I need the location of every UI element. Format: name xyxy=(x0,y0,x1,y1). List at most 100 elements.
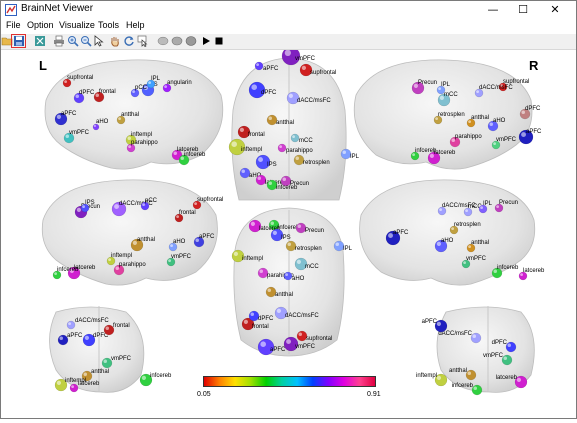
node-highlight xyxy=(260,341,267,348)
select-icon[interactable] xyxy=(93,35,105,47)
node-highlight xyxy=(473,386,477,390)
menu-file[interactable]: File xyxy=(6,20,21,30)
title-bar[interactable]: BrainNet Viewer — ☐ ✕ xyxy=(1,1,576,19)
brain-node[interactable]: infcereb xyxy=(491,265,519,279)
pan-icon[interactable] xyxy=(109,35,121,47)
brain-full-icon[interactable] xyxy=(185,35,197,47)
node-highlight xyxy=(268,116,272,120)
rotate-icon[interactable] xyxy=(123,35,135,47)
save-icon[interactable] xyxy=(13,35,25,47)
brain-node[interactable]: infcereb xyxy=(139,373,172,387)
node-label: IPL xyxy=(441,82,451,88)
play-icon[interactable] xyxy=(200,35,212,47)
node-label: angularin xyxy=(167,80,192,86)
node-label: vmPFC xyxy=(483,353,504,359)
node-label: inftempl xyxy=(111,253,132,259)
node-label: dACC/msFC xyxy=(285,313,319,319)
node-label: antthal xyxy=(91,369,109,375)
node-sphere xyxy=(283,271,293,281)
node-label: Precun xyxy=(305,228,324,234)
node-highlight xyxy=(507,343,511,347)
node-highlight xyxy=(436,375,441,380)
node-label: Precun xyxy=(499,200,518,206)
node-label: inftempl xyxy=(242,256,263,262)
node-label: aPFC xyxy=(393,230,409,236)
node-label: dPFC xyxy=(525,106,541,112)
node-label: dACC/msFC xyxy=(75,318,109,324)
stop-icon[interactable] xyxy=(213,35,225,47)
node-label: mCC xyxy=(299,138,313,144)
node-highlight xyxy=(292,135,295,138)
menu-visualize[interactable]: Visualize xyxy=(59,20,95,30)
node-label: dACC/msFC xyxy=(442,203,476,209)
node-label: vmPFC xyxy=(295,344,316,350)
node-sphere xyxy=(471,384,483,396)
menu-tools[interactable]: Tools xyxy=(98,20,119,30)
node-label: latcereb xyxy=(496,375,518,381)
node-label: frontal xyxy=(99,89,116,95)
node-highlight xyxy=(516,377,522,382)
node-highlight xyxy=(105,326,109,330)
brain-node[interactable]: aPFC xyxy=(422,319,448,333)
node-highlight xyxy=(258,157,263,162)
node-label: IPL xyxy=(343,246,353,252)
node-label: parahippo xyxy=(131,140,158,146)
maximize-button[interactable]: ☐ xyxy=(508,1,538,19)
node-sphere xyxy=(290,133,300,143)
menu-help[interactable]: Help xyxy=(126,20,145,30)
node-highlight xyxy=(286,339,291,344)
node-highlight xyxy=(467,371,471,375)
zoom-in-icon[interactable] xyxy=(67,35,79,47)
node-label: dPFC xyxy=(258,316,274,322)
node-label: inftempl xyxy=(416,373,437,379)
node-highlight xyxy=(279,145,282,148)
node-label: dACC/msFC xyxy=(479,85,513,91)
minimize-button[interactable]: — xyxy=(478,1,508,19)
brain-node[interactable]: latcereb xyxy=(518,268,545,281)
brain-node[interactable]: aPFC xyxy=(518,129,542,145)
node-label: supfrontal xyxy=(67,75,93,81)
brain-view-canvas[interactable]: supfrontalIPSangularindPFCfrontalpCCIPLa… xyxy=(1,46,576,418)
node-label: aPFC xyxy=(526,129,542,135)
print-preview-icon[interactable] xyxy=(34,35,46,47)
node-highlight xyxy=(295,156,299,160)
node-label: dPFC xyxy=(261,90,277,96)
node-label: retrosplen xyxy=(295,246,322,252)
brain-node[interactable]: IPL xyxy=(333,240,353,252)
node-label: retrosplen xyxy=(438,112,465,118)
node-label: infcereb xyxy=(452,383,474,389)
brain-node[interactable]: inftempl xyxy=(416,373,448,387)
menu-bar: File Option Visualize Tools Help xyxy=(1,19,576,34)
node-highlight xyxy=(239,127,244,132)
node-label: vmPFC xyxy=(466,256,487,262)
brain-lateral-icon[interactable] xyxy=(157,35,169,47)
close-button[interactable]: ✕ xyxy=(540,1,570,19)
node-label: vmPFC xyxy=(69,130,90,136)
window-title: BrainNet Viewer xyxy=(21,3,94,14)
node-sphere xyxy=(66,320,76,330)
node-label: aPFC xyxy=(61,111,77,117)
node-highlight xyxy=(141,375,146,380)
node-label: pCC xyxy=(135,85,148,91)
node-highlight xyxy=(233,251,238,256)
colorbar-max-label: 0.91 xyxy=(367,391,381,398)
node-sphere xyxy=(501,354,513,366)
zoom-out-icon[interactable] xyxy=(80,35,92,47)
node-label: aHO xyxy=(493,118,506,124)
node-highlight xyxy=(243,319,248,324)
node-label: aHO xyxy=(292,276,305,282)
menu-option[interactable]: Option xyxy=(27,20,54,30)
app-icon xyxy=(5,4,17,16)
brain-node[interactable]: IPL xyxy=(340,148,360,160)
node-label: antthal xyxy=(449,368,467,374)
print-icon[interactable] xyxy=(53,35,65,47)
brain-medial-icon[interactable] xyxy=(171,35,183,47)
data-cursor-icon[interactable] xyxy=(137,35,149,47)
node-highlight xyxy=(241,169,245,173)
node-label: parahippo xyxy=(286,148,313,154)
node-label: vmPFC xyxy=(295,56,316,62)
node-highlight xyxy=(296,259,301,264)
toolbar xyxy=(1,34,576,50)
node-highlight xyxy=(282,177,286,181)
node-label: antthal xyxy=(471,115,489,121)
